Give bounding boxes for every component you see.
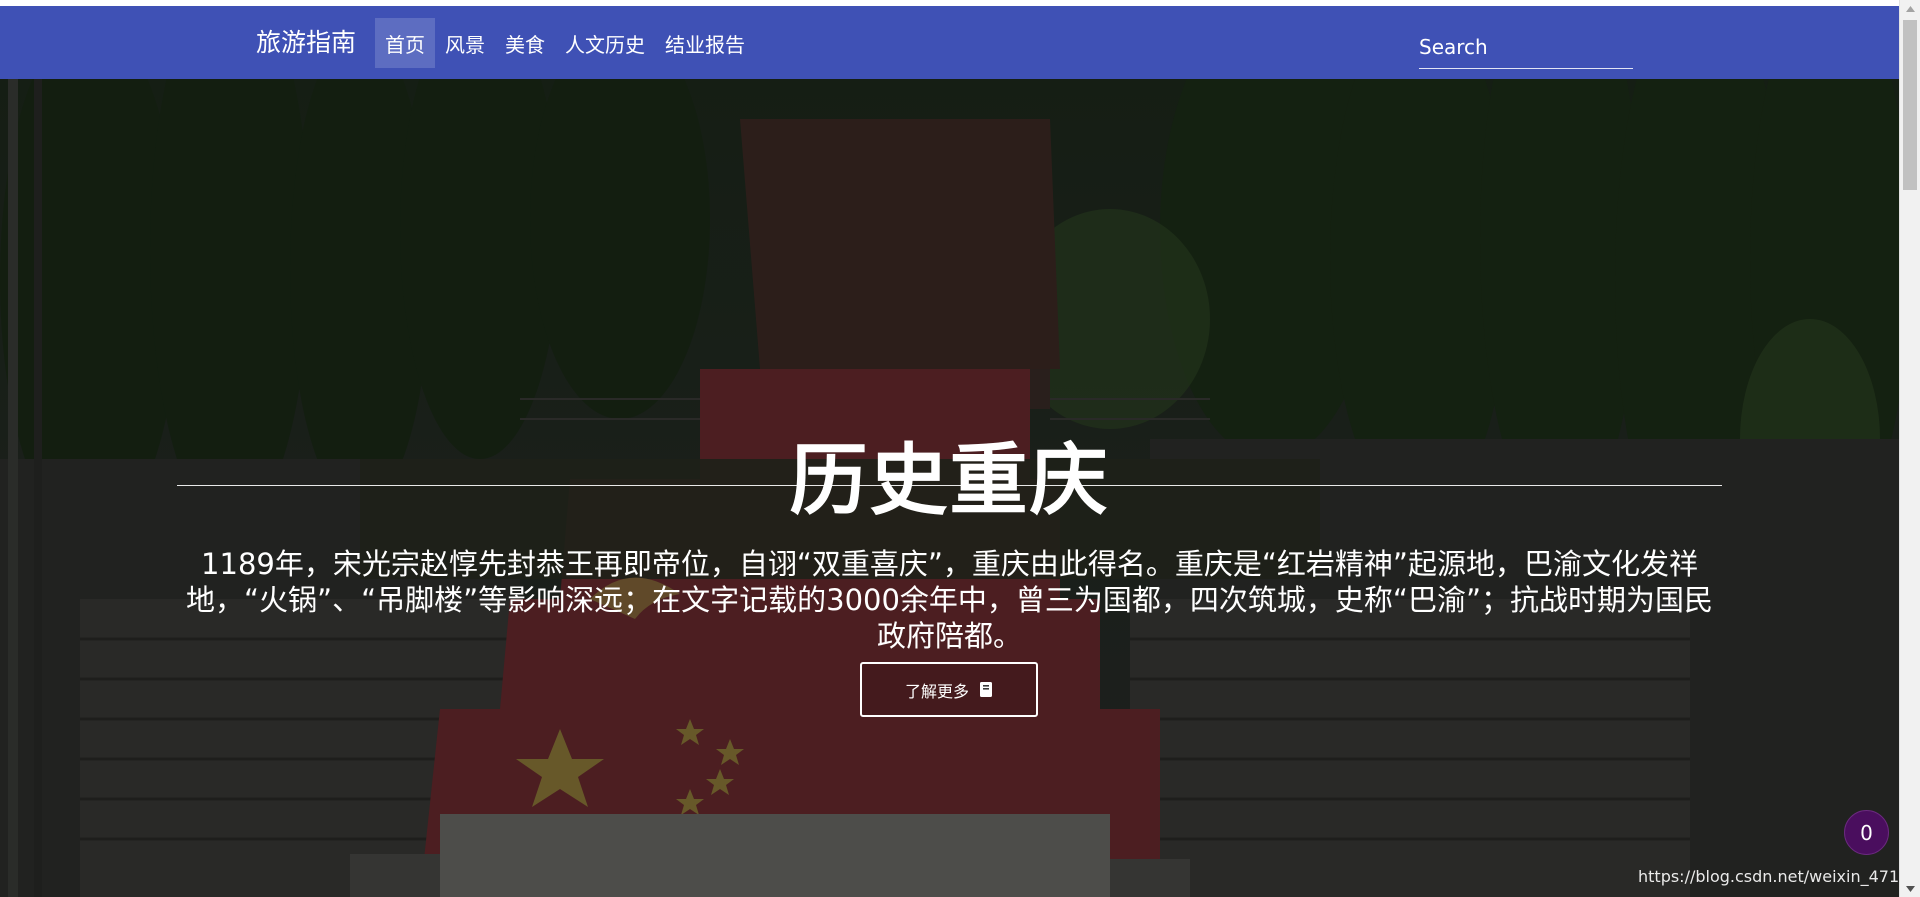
hero-title: 历史重庆 [789, 436, 1110, 527]
source-watermark: https://blog.csdn.net/weixin_4719210 [1638, 867, 1899, 886]
nav-item-home[interactable]: 首页 [375, 18, 435, 68]
hero-divider [177, 485, 1722, 486]
search-input[interactable] [1419, 28, 1633, 66]
scroll-up-arrow-icon[interactable] [1900, 0, 1920, 17]
nav-item-food[interactable]: 美食 [495, 18, 555, 68]
search-box [1419, 28, 1633, 69]
nav-menu: 首页 风景 美食 人文历史 结业报告 [375, 18, 755, 68]
scrollbar-thumb[interactable] [1903, 20, 1917, 190]
brand-logo[interactable]: 旅游指南 [256, 26, 356, 60]
scroll-down-arrow-icon[interactable] [1900, 880, 1920, 897]
nav-item-report[interactable]: 结业报告 [655, 18, 755, 68]
hero-section: 历史重庆 1189年，宋光宗赵惇先封恭王再即帝位，自诩“双重喜庆”，重庆由此得名… [0, 79, 1899, 897]
hero-description: 1189年，宋光宗赵惇先封恭王再即帝位，自诩“双重喜庆”，重庆由此得名。重庆是“… [186, 547, 1713, 653]
nav-item-scenery[interactable]: 风景 [435, 18, 495, 68]
book-icon [980, 682, 992, 697]
nav-item-history[interactable]: 人文历史 [555, 18, 655, 68]
learn-more-button[interactable]: 了解更多 [860, 662, 1038, 717]
navbar: 旅游指南 首页 风景 美食 人文历史 结业报告 [0, 6, 1899, 79]
learn-more-label: 了解更多 [904, 681, 969, 701]
vertical-scrollbar[interactable] [1899, 0, 1920, 897]
floating-count-badge[interactable]: 0 [1844, 810, 1889, 855]
